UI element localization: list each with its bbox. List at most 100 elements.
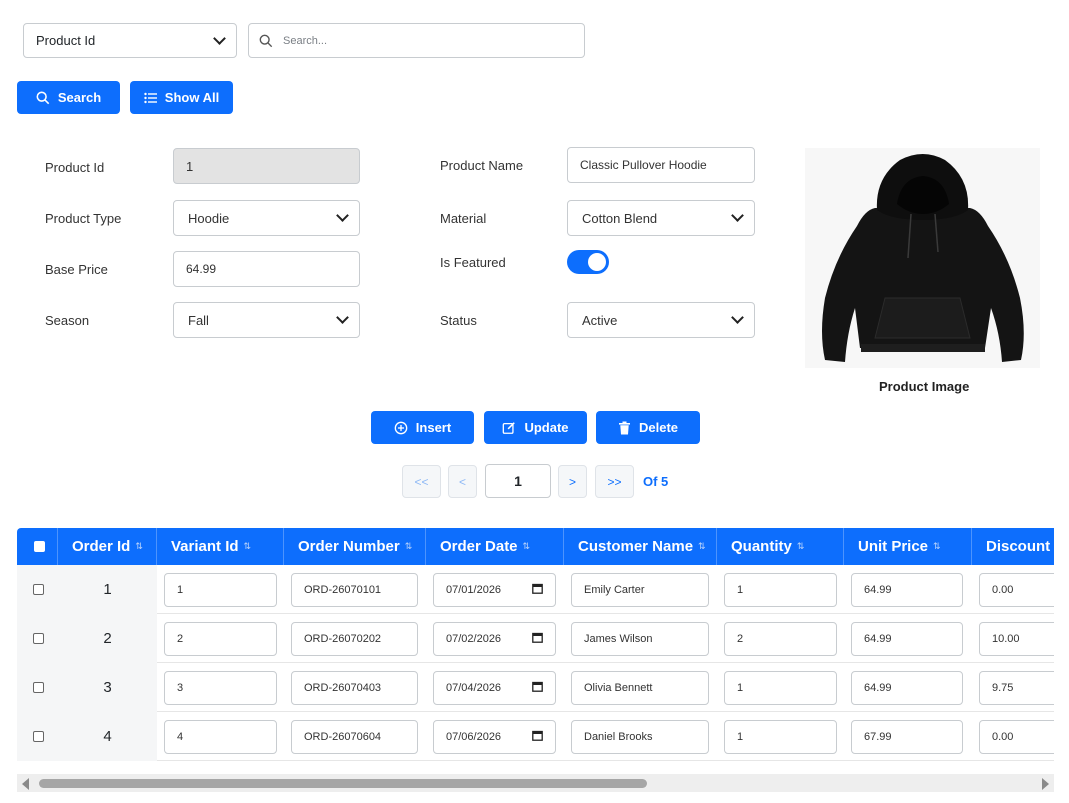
quantity-value: 1 xyxy=(737,681,744,694)
order-date-input[interactable]: 07/06/2026 xyxy=(433,719,556,754)
order-id-value: 3 xyxy=(103,679,112,696)
table-row: 4 4 ORD-26070604 07/06/2026 Daniel Brooks 1 67… xyxy=(17,712,1054,761)
scroll-thumb[interactable] xyxy=(39,779,647,788)
col-order-number[interactable]: Order Number ⇅ xyxy=(284,528,426,565)
discount-input[interactable]: 9.75 xyxy=(979,670,1054,705)
quantity-input[interactable]: 2 xyxy=(724,621,837,656)
product-name-field[interactable]: Classic Pullover Hoodie xyxy=(567,147,755,183)
order-number-input[interactable]: ORD-26070604 xyxy=(291,719,418,754)
order-number-input-cell: ORD-26070202 xyxy=(284,614,426,663)
order-id-value: 1 xyxy=(103,581,112,598)
customer-name-input[interactable]: Olivia Bennett xyxy=(571,670,709,705)
row-select-cell xyxy=(17,614,58,663)
quantity-input[interactable]: 1 xyxy=(724,719,837,754)
is-featured-toggle[interactable] xyxy=(567,250,609,274)
page-number-input[interactable]: 1 xyxy=(485,464,551,498)
chevron-down-icon xyxy=(731,209,744,222)
quantity-input[interactable]: 1 xyxy=(724,572,837,607)
col-quantity[interactable]: Quantity ⇅ xyxy=(717,528,844,565)
material-select[interactable]: Cotton Blend xyxy=(567,200,755,236)
customer-name-input[interactable]: Daniel Brooks xyxy=(571,719,709,754)
search-field-select[interactable]: Product Id xyxy=(23,23,237,58)
variant-id-input[interactable]: 2 xyxy=(164,621,277,656)
order-id-cell: 4 xyxy=(58,712,157,761)
variant-id-input[interactable]: 1 xyxy=(164,572,277,607)
delete-button[interactable]: Delete xyxy=(596,411,700,444)
row-checkbox[interactable] xyxy=(33,584,44,595)
product-type-select[interactable]: Hoodie xyxy=(173,200,360,236)
unit-price-input[interactable]: 67.99 xyxy=(851,719,963,754)
chevron-down-icon xyxy=(336,209,349,222)
insert-button[interactable]: Insert xyxy=(371,411,474,444)
search-input[interactable]: Search... xyxy=(248,23,585,58)
select-all-checkbox[interactable] xyxy=(34,541,45,552)
col-order-date[interactable]: Order Date ⇅ xyxy=(426,528,564,565)
quantity-value: 2 xyxy=(737,632,744,645)
customer-name-input[interactable]: Emily Carter xyxy=(571,572,709,607)
quantity-input[interactable]: 1 xyxy=(724,670,837,705)
product-id-label: Product Id xyxy=(45,160,105,175)
next-page-button[interactable]: > xyxy=(558,465,587,498)
show-all-button[interactable]: Show All xyxy=(130,81,233,114)
unit-price-input[interactable]: 64.99 xyxy=(851,572,963,607)
order-number-input[interactable]: ORD-26070403 xyxy=(291,670,418,705)
season-select[interactable]: Fall xyxy=(173,302,360,338)
table-row: 3 3 ORD-26070403 07/04/2026 Olivia Bennett 1 6… xyxy=(17,663,1054,712)
variant-id-input[interactable]: 3 xyxy=(164,670,277,705)
order-date-input[interactable]: 07/04/2026 xyxy=(433,670,556,705)
order-id-value: 2 xyxy=(103,630,112,647)
scroll-right-arrow[interactable] xyxy=(1042,778,1049,790)
plus-circle-icon xyxy=(394,421,408,434)
first-page-button[interactable]: << xyxy=(402,465,441,498)
discount-input-cell: 0.00 xyxy=(972,565,1054,614)
unit-price-input[interactable]: 64.99 xyxy=(851,670,963,705)
calendar-icon[interactable] xyxy=(532,681,543,695)
order-date-input[interactable]: 07/01/2026 xyxy=(433,572,556,607)
discount-input[interactable]: 0.00 xyxy=(979,719,1054,754)
scroll-left-arrow[interactable] xyxy=(22,778,29,790)
variant-id-input-cell: 1 xyxy=(157,565,284,614)
calendar-icon[interactable] xyxy=(532,632,543,646)
unit-price-input[interactable]: 64.99 xyxy=(851,621,963,656)
calendar-icon[interactable] xyxy=(532,583,543,597)
discount-value: 9.75 xyxy=(992,681,1014,694)
row-select-cell xyxy=(17,565,58,614)
product-type-value: Hoodie xyxy=(188,210,230,226)
discount-value: 0.00 xyxy=(992,730,1014,743)
row-checkbox[interactable] xyxy=(33,731,44,742)
update-button[interactable]: Update xyxy=(484,411,587,444)
order-number-input[interactable]: ORD-26070101 xyxy=(291,572,418,607)
discount-input[interactable]: 0.00 xyxy=(979,572,1054,607)
variant-id-value: 4 xyxy=(177,730,184,743)
season-value: Fall xyxy=(188,312,209,328)
discount-input[interactable]: 10.00 xyxy=(979,621,1054,656)
horizontal-scrollbar[interactable] xyxy=(17,774,1054,792)
order-date-value: 07/02/2026 xyxy=(446,632,502,645)
order-number-value: ORD-26070202 xyxy=(304,632,382,645)
variant-id-value: 1 xyxy=(177,583,184,596)
order-id-cell: 2 xyxy=(58,614,157,663)
orders-table: Order Id ⇅ Variant Id ⇅ Order Number ⇅ Orde… xyxy=(17,528,1054,761)
row-checkbox[interactable] xyxy=(33,633,44,644)
customer-name-input[interactable]: James Wilson xyxy=(571,621,709,656)
row-checkbox[interactable] xyxy=(33,682,44,693)
order-date-input[interactable]: 07/02/2026 xyxy=(433,621,556,656)
calendar-icon[interactable] xyxy=(532,730,543,744)
order-date-value: 07/04/2026 xyxy=(446,681,502,694)
col-label: Order Id xyxy=(72,538,131,555)
discount-input-cell: 9.75 xyxy=(972,663,1054,712)
variant-id-input[interactable]: 4 xyxy=(164,719,277,754)
discount-value: 10.00 xyxy=(992,632,1020,645)
col-order-id[interactable]: Order Id ⇅ xyxy=(58,528,157,565)
col-unit-price[interactable]: Unit Price ⇅ xyxy=(844,528,972,565)
prev-page-button[interactable]: < xyxy=(448,465,477,498)
base-price-label: Base Price xyxy=(45,262,108,277)
search-button[interactable]: Search xyxy=(17,81,120,114)
col-customer-name[interactable]: Customer Name ⇅ xyxy=(564,528,717,565)
base-price-field[interactable]: 64.99 xyxy=(173,251,360,287)
last-page-button[interactable]: >> xyxy=(595,465,634,498)
order-number-input[interactable]: ORD-26070202 xyxy=(291,621,418,656)
status-select[interactable]: Active xyxy=(567,302,755,338)
col-variant-id[interactable]: Variant Id ⇅ xyxy=(157,528,284,565)
col-discount[interactable]: Discount A xyxy=(972,528,1054,565)
